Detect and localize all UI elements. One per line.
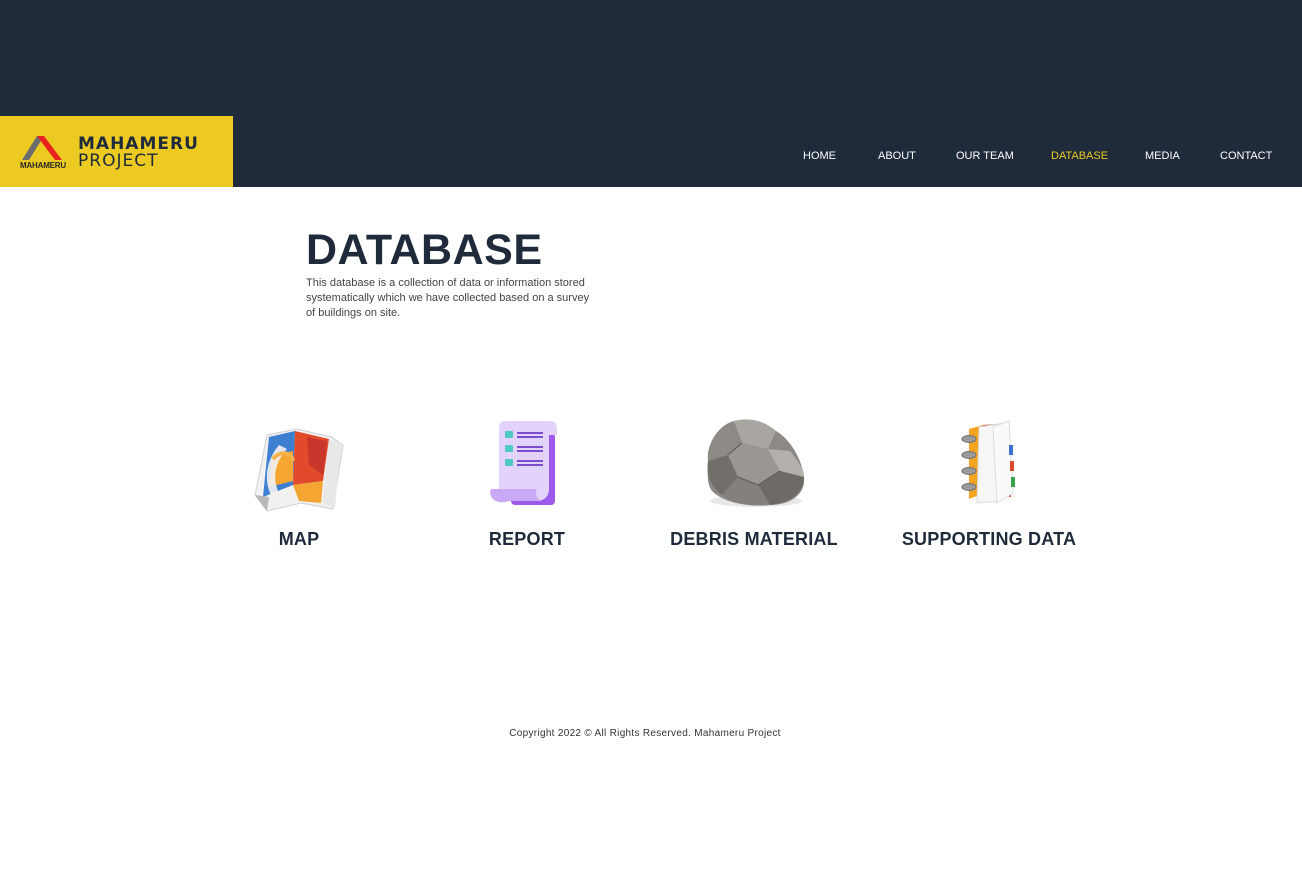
site-logo[interactable]: MAHAMERU MAHAMERU PROJECT [0, 116, 233, 187]
category-label: SUPPORTING DATA [901, 529, 1077, 549]
category-label: MAP [278, 529, 320, 549]
nav-home[interactable]: HOME [803, 150, 836, 162]
footer-copyright: Copyright 2022 © All Rights Reserved. Ma… [509, 728, 781, 739]
nav-media[interactable]: MEDIA [1145, 150, 1180, 162]
nav-about[interactable]: ABOUT [878, 150, 916, 162]
nav-database[interactable]: DATABASE [1051, 150, 1108, 162]
category-debris-material[interactable]: DEBRIS MATERIAL [644, 415, 864, 555]
brand-subtitle: PROJECT [78, 151, 159, 171]
category-map[interactable]: MAP [189, 415, 409, 555]
logo-mark-text: MAHAMERU [20, 161, 66, 170]
category-supporting-data[interactable]: SUPPORTING DATA [879, 415, 1099, 555]
map-icon [254, 428, 344, 512]
nav-contact[interactable]: CONTACT [1220, 150, 1272, 162]
category-label: DEBRIS MATERIAL [670, 529, 838, 549]
category-report[interactable]: REPORT [417, 415, 637, 555]
category-label: REPORT [488, 529, 566, 549]
rock-icon [707, 419, 805, 507]
site-header: MAHAMERU MAHAMERU PROJECT HOME ABOUT OUR… [0, 0, 1302, 187]
page-title: DATABASE [306, 226, 543, 274]
page-description: This database is a collection of data or… [306, 277, 590, 319]
notebook-icon [961, 420, 1015, 504]
nav-our-team[interactable]: OUR TEAM [956, 150, 1014, 162]
report-icon [490, 421, 557, 505]
